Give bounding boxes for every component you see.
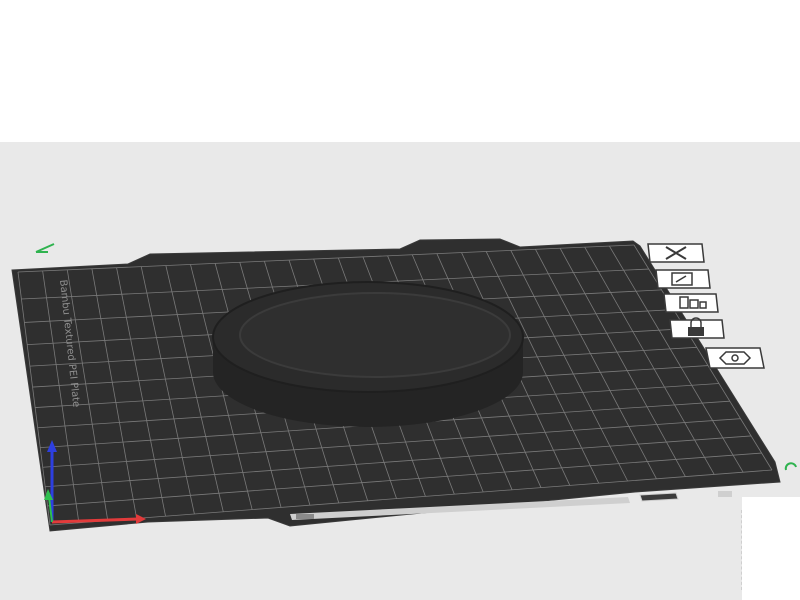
side-panel-edge	[742, 497, 800, 600]
auto-orient-icon[interactable]	[655, 269, 711, 289]
plate-name-edit-icon[interactable]	[35, 243, 55, 253]
arrange-icon[interactable]	[663, 293, 719, 313]
plate-scene: Bambu Textured PEI Plate	[11, 238, 797, 532]
settings-icon[interactable]	[705, 347, 765, 369]
close-icon[interactable]	[647, 243, 705, 263]
next-plate-marker-icon	[784, 462, 797, 471]
lock-icon[interactable]	[669, 317, 725, 339]
model-object[interactable]	[212, 281, 524, 427]
panel-divider	[741, 510, 742, 590]
